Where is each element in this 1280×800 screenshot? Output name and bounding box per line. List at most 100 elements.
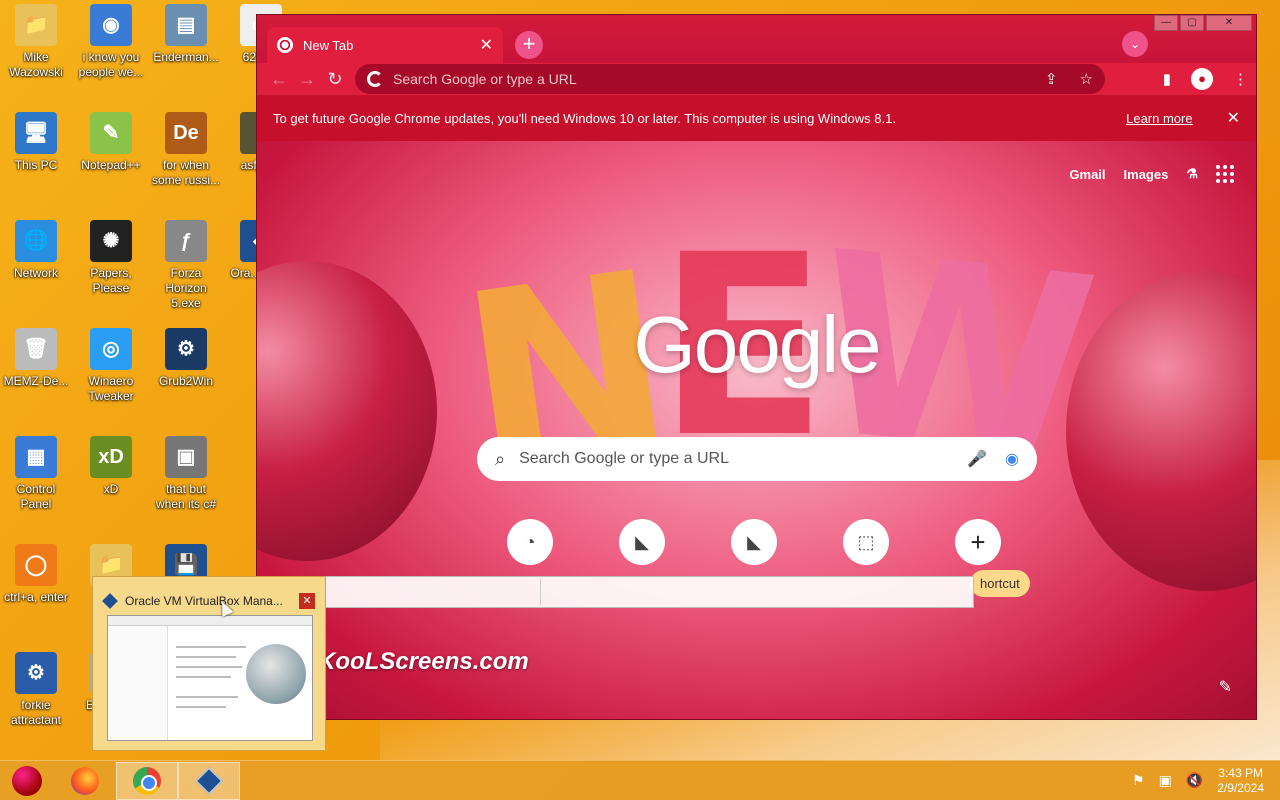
desktop-icon-label: ctrl+a, enter [4, 590, 68, 604]
chrome-favicon-icon [277, 37, 293, 53]
desktop-icon-label: This PC [14, 158, 58, 172]
virtualbox-thumbnail-preview[interactable]: Oracle VM VirtualBox Mana... ✕ [92, 576, 326, 751]
desktop-icon[interactable]: ⚙ forkie attractant [0, 652, 72, 728]
desktop-icon[interactable]: ⚙ Grub2Win [150, 328, 222, 389]
desktop-icon-label: Grub2Win [158, 374, 214, 388]
share-icon[interactable]: ⇪ [1045, 70, 1058, 88]
close-window-button[interactable]: ✕ [1206, 15, 1252, 31]
desktop-icon[interactable]: xD xD [75, 436, 147, 497]
desktop-icon[interactable]: De for when some russi... [150, 112, 222, 188]
tab-new-tab[interactable]: New Tab ✕ [267, 27, 503, 63]
tab-title: New Tab [303, 37, 354, 53]
reload-button[interactable]: ↻ [321, 69, 349, 90]
preview-close-button[interactable]: ✕ [299, 593, 315, 609]
desktop-icon[interactable]: ▣ that but when its c# [150, 436, 222, 512]
desktop-icon[interactable]: 📁 Mike Wazowski [0, 4, 72, 80]
taskbar-chrome[interactable] [116, 761, 178, 800]
desktop-icon[interactable]: ✺ Papers, Please [75, 220, 147, 296]
preview-text-line [176, 666, 242, 668]
desktop-app-icon: 🌐 [15, 220, 57, 262]
desktop-icon[interactable]: ▤ Enderman... [150, 4, 222, 65]
gmail-link[interactable]: Gmail [1069, 167, 1105, 182]
clock-time: 3:43 PM [1218, 765, 1263, 780]
preview-toolbar [108, 616, 312, 626]
desktop-icon[interactable]: 🌐 Network [0, 220, 72, 281]
chrome-window: New Tab ✕ + ⌄ — ▢ ✕ ← → ↻ Search Google … [256, 14, 1257, 720]
minimize-button[interactable]: — [1154, 15, 1178, 31]
clock-date: 2/9/2024 [1217, 780, 1264, 795]
desktop-icon[interactable]: ◉ i know you people we... [75, 4, 147, 80]
desktop-icon-label: Enderman... [153, 50, 219, 64]
start-button[interactable] [0, 761, 54, 800]
customize-pencil-icon[interactable]: ✎ [1219, 677, 1232, 697]
images-link[interactable]: Images [1124, 167, 1169, 182]
virtualbox-icon [195, 766, 223, 795]
new-tab-button[interactable]: + [515, 31, 543, 59]
desktop-icon-label: Mike Wazowski [9, 50, 63, 79]
menu-kebab-icon[interactable]: ⋮ [1233, 70, 1248, 88]
side-panel-icon[interactable]: ▮ [1163, 70, 1171, 88]
desktop-icon[interactable]: ◎ Winaero Tweaker [75, 328, 147, 404]
tab-close-icon[interactable]: ✕ [480, 35, 493, 55]
search-icon: ⌕ [495, 448, 506, 469]
desktop-icon[interactable]: ◯ ctrl+a, enter [0, 544, 72, 605]
infobar-message: To get future Google Chrome updates, you… [273, 110, 896, 126]
desktop-icon[interactable]: ƒ Forza Horizon 5.exe [150, 220, 222, 311]
chrome-icon [133, 766, 161, 795]
shortcut-tile[interactable]: ⬚ [843, 519, 889, 565]
ntp-search-placeholder: Search Google or type a URL [519, 450, 729, 467]
desktop-app-icon: 🖥 [15, 112, 57, 154]
apps-grid-icon[interactable] [1216, 165, 1234, 183]
hover-bar-divider [540, 579, 541, 605]
add-shortcut-label: hortcut [970, 570, 1030, 597]
new-tab-page: N E W Gmail Images ⚗ Google ⌕ Search Goo… [257, 141, 1256, 719]
preview-text-line [176, 696, 238, 698]
taskbar-clock[interactable]: 3:43 PM 2/9/2024 [1217, 766, 1264, 796]
preview-text-line [176, 676, 231, 678]
taskbar-firefox[interactable] [54, 762, 116, 800]
desktop-icon-label: i know you people we... [78, 50, 144, 79]
google-lens-icon[interactable]: ◉ [1005, 449, 1019, 469]
google-logo: Google [633, 300, 882, 389]
infobar-close-icon[interactable]: ✕ [1227, 108, 1240, 128]
desktop-icon[interactable]: ▦ Control Panel [0, 436, 72, 512]
preview-text-line [176, 646, 246, 648]
desktop-icon-label: Notepad++ [81, 158, 141, 172]
desktop-icon-label: for when some russi... [151, 158, 220, 187]
learn-more-link[interactable]: Learn more [1126, 111, 1192, 126]
add-shortcut-button[interactable]: + [955, 519, 1001, 565]
desktop-icon[interactable]: ✎ Notepad++ [75, 112, 147, 173]
update-infobar: To get future Google Chrome updates, you… [257, 95, 1256, 141]
preview-window-image[interactable] [107, 615, 313, 741]
tab-search-button[interactable]: ⌄ [1122, 31, 1148, 57]
desktop-icon-label: Control Panel [16, 482, 56, 511]
labs-flask-icon[interactable]: ⚗ [1186, 166, 1198, 182]
profile-avatar[interactable]: ● [1191, 68, 1213, 90]
ntp-search-box[interactable]: ⌕ Search Google or type a URL 🎤 ◉ [477, 437, 1037, 481]
voice-search-mic-icon[interactable]: 🎤 [967, 449, 987, 469]
browser-toolbar: ← → ↻ Search Google or type a URL ⇪ ☆ ▮ … [257, 63, 1256, 95]
desktop-app-icon: ✎ [90, 112, 132, 154]
maximize-button[interactable]: ▢ [1180, 15, 1204, 31]
taskbar-virtualbox[interactable] [178, 761, 240, 800]
desktop-icon-label: Forza Horizon 5.exe [165, 266, 207, 310]
omnibox[interactable]: Search Google or type a URL ⇪ ☆ [355, 64, 1105, 94]
network-icon[interactable]: ▣ [1159, 772, 1172, 789]
back-button[interactable]: ← [265, 69, 293, 90]
desktop-icon[interactable]: 🗑 MEMZ-De... [0, 328, 72, 389]
shortcut-tile[interactable]: ◣ [731, 519, 777, 565]
shortcut-tile[interactable]: ◔ [507, 519, 553, 565]
desktop-icon-label: MEMZ-De... [3, 374, 69, 388]
action-center-flag-icon[interactable]: ⚑ [1132, 772, 1145, 789]
shortcut-tile[interactable]: ◣ [619, 519, 665, 565]
firefox-icon [71, 766, 99, 795]
bookmark-star-icon[interactable]: ☆ [1080, 70, 1093, 88]
desktop-icon[interactable]: 🖥 This PC [0, 112, 72, 173]
window-controls: — ▢ ✕ [1154, 15, 1252, 31]
volume-muted-icon[interactable]: 🔇 [1186, 772, 1203, 789]
tab-strip: New Tab ✕ + ⌄ — ▢ ✕ [257, 15, 1256, 63]
preview-sidebar [108, 626, 168, 740]
forward-button[interactable]: → [293, 69, 321, 90]
shortcut-tiles: ◔ ◣ ◣ ⬚ + [507, 519, 1001, 565]
desktop-app-icon: ▦ [15, 436, 57, 478]
